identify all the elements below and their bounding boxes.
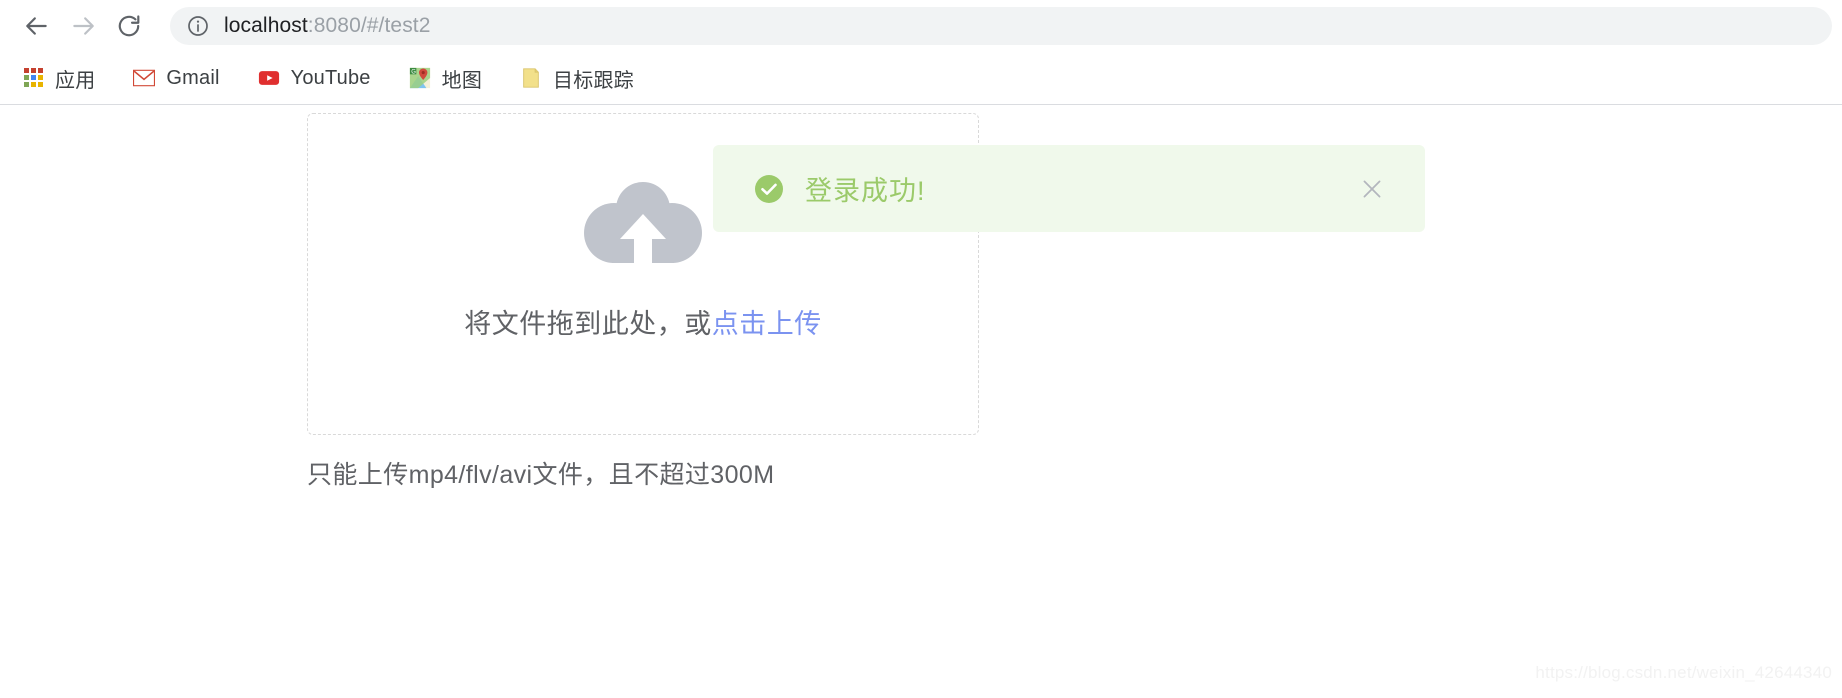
svg-text:G: G bbox=[411, 69, 416, 75]
bookmark-youtube[interactable]: YouTube bbox=[248, 60, 381, 96]
arrow-left-icon bbox=[26, 17, 47, 35]
bookmark-label: 应用 bbox=[55, 69, 96, 92]
youtube-icon bbox=[258, 71, 279, 85]
bookmarks-bar: 应用 Gmail YouTube G 地图 目标跟踪 bbox=[0, 52, 1842, 104]
bookmark-target-tracking[interactable]: 目标跟踪 bbox=[510, 60, 644, 96]
gmail-icon bbox=[133, 69, 156, 87]
bookmark-apps[interactable]: 应用 bbox=[14, 60, 105, 96]
alert-title: 登录成功! bbox=[805, 176, 926, 206]
page-content: 将文件拖到此处，或点击上传 只能上传mp4/flv/avi文件，且不超过300M… bbox=[0, 105, 1842, 697]
reload-icon bbox=[118, 15, 140, 37]
url-path: :8080/#/test2 bbox=[307, 14, 431, 37]
bookmark-gmail[interactable]: Gmail bbox=[123, 60, 229, 96]
address-bar-url: localhost:8080/#/test2 bbox=[224, 14, 431, 38]
address-bar[interactable]: localhost:8080/#/test2 bbox=[170, 7, 1832, 45]
apps-grid-icon bbox=[24, 68, 44, 88]
browser-navigation-bar: localhost:8080/#/test2 bbox=[0, 0, 1842, 52]
bookmark-maps[interactable]: G 地图 bbox=[399, 60, 492, 96]
site-info-icon[interactable] bbox=[186, 14, 210, 38]
bookmark-label: 目标跟踪 bbox=[553, 69, 634, 92]
upload-tip-text: 只能上传mp4/flv/avi文件，且不超过300M bbox=[307, 461, 775, 489]
url-host: localhost bbox=[224, 14, 308, 37]
arrow-right-icon bbox=[73, 17, 94, 35]
reload-button[interactable] bbox=[106, 3, 152, 49]
google-maps-icon: G bbox=[409, 67, 430, 89]
note-page-icon bbox=[523, 68, 539, 88]
circle-check-icon bbox=[755, 174, 783, 203]
dropzone-instruction: 将文件拖到此处，或点击上传 bbox=[308, 302, 978, 341]
dropzone-instruction-text: 将文件拖到此处，或 bbox=[464, 309, 712, 339]
click-to-upload-link[interactable]: 点击上传 bbox=[712, 309, 822, 339]
forward-button[interactable] bbox=[60, 3, 106, 49]
cloud-upload-icon bbox=[584, 182, 702, 268]
success-alert: 登录成功! bbox=[713, 145, 1425, 232]
bookmark-label: YouTube bbox=[290, 66, 371, 89]
close-icon bbox=[1363, 180, 1381, 197]
browser-chrome: localhost:8080/#/test2 应用 Gmail YouTube … bbox=[0, 0, 1842, 105]
bookmark-label: Gmail bbox=[166, 66, 220, 89]
alert-close-button[interactable] bbox=[1357, 174, 1387, 204]
watermark: https://blog.csdn.net/weixin_42644340 bbox=[1535, 663, 1832, 682]
bookmark-label: 地图 bbox=[441, 69, 483, 92]
back-button[interactable] bbox=[14, 3, 60, 49]
